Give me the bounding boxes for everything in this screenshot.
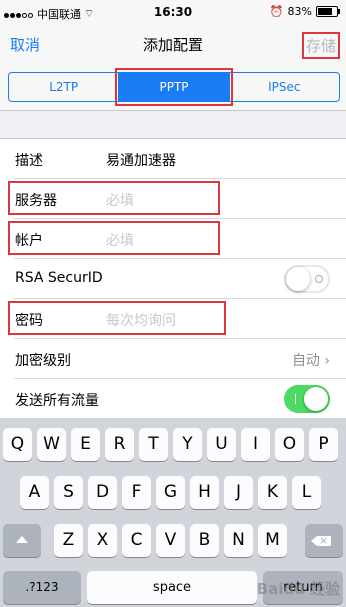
protocol-segmented-control: L2TP PPTP IPSec (8, 68, 340, 106)
description-field[interactable]: 易通加速器 (106, 150, 176, 170)
key-u[interactable]: U (207, 428, 236, 461)
key-v[interactable]: V (156, 524, 185, 557)
key-h[interactable]: H (190, 476, 219, 509)
return-key[interactable]: return (263, 571, 343, 604)
key-z[interactable]: Z (54, 524, 83, 557)
key-i[interactable]: I (241, 428, 270, 461)
key-s[interactable]: S (54, 476, 83, 509)
row-send-all-traffic: 发送所有流量 (0, 379, 346, 419)
row-encryption-level[interactable]: 加密级别 自动 › (0, 339, 346, 379)
status-bar: 中国联通 ⌔ 16:30 ⏰ 83% (0, 0, 346, 24)
send-all-toggle[interactable] (284, 385, 330, 413)
key-l[interactable]: L (292, 476, 321, 509)
key-q[interactable]: Q (3, 428, 32, 461)
row-rsa-securid: RSA SecurID (0, 259, 346, 299)
encryption-value: 自动 › (292, 350, 330, 370)
key-b[interactable]: B (190, 524, 219, 557)
key-m[interactable]: M (258, 524, 287, 557)
battery-icon (316, 6, 340, 17)
server-label: 服务器 (15, 193, 57, 209)
key-t[interactable]: T (139, 428, 168, 461)
key-g[interactable]: G (156, 476, 185, 509)
key-j[interactable]: J (224, 476, 253, 509)
save-button[interactable]: 存储 (301, 32, 340, 59)
key-c[interactable]: C (122, 524, 151, 557)
segment-l2tp[interactable]: L2TP (9, 73, 118, 101)
key-y[interactable]: Y (173, 428, 202, 461)
vpn-config-form: 描述 易通加速器 服务器 必填 帐户 必填 RSA SecurID 密码 每次均… (0, 138, 346, 419)
description-label: 描述 (15, 153, 43, 169)
key-a[interactable]: A (20, 476, 49, 509)
shift-icon (16, 535, 28, 543)
row-server[interactable]: 服务器 必填 (0, 179, 346, 219)
chevron-right-icon: › (324, 353, 330, 369)
key-e[interactable]: E (71, 428, 100, 461)
battery-percent: 83% (287, 5, 312, 18)
shift-key[interactable] (3, 524, 41, 557)
key-x[interactable]: X (88, 524, 117, 557)
key-r[interactable]: R (105, 428, 134, 461)
key-w[interactable]: W (37, 428, 66, 461)
row-account[interactable]: 帐户 必填 (0, 219, 346, 259)
server-field[interactable]: 必填 (106, 190, 134, 210)
key-k[interactable]: K (258, 476, 287, 509)
account-field[interactable]: 必填 (106, 230, 134, 250)
row-password[interactable]: 密码 每次均询问 (0, 299, 346, 339)
rsa-toggle[interactable] (284, 265, 330, 293)
numbers-key[interactable]: .?123 (3, 571, 81, 604)
rsa-label: RSA SecurID (15, 270, 103, 286)
toggle-off-icon (315, 275, 323, 283)
key-o[interactable]: O (275, 428, 304, 461)
send-all-label: 发送所有流量 (15, 393, 99, 409)
key-d[interactable]: D (88, 476, 117, 509)
navigation-bar: 取消 添加配置 存储 (0, 24, 346, 64)
password-label: 密码 (15, 313, 43, 329)
protocol-segment-container: L2TP PPTP IPSec (0, 64, 346, 111)
toggle-knob (304, 387, 328, 411)
status-right: ⏰ 83% (269, 5, 340, 18)
segment-ipsec[interactable]: IPSec (228, 73, 339, 101)
toggle-knob (286, 267, 310, 291)
delete-key[interactable] (305, 524, 343, 557)
alarm-icon: ⏰ (269, 5, 284, 18)
backspace-icon (311, 531, 331, 551)
key-p[interactable]: P (309, 428, 338, 461)
page-title: 添加配置 (142, 36, 203, 54)
encryption-label: 加密级别 (15, 353, 71, 369)
space-key[interactable]: space (87, 571, 257, 604)
toggle-on-icon (295, 394, 296, 404)
keyboard: Q W E R T Y U I O P A S D F G H J K L Z … (0, 418, 346, 607)
segment-pptp[interactable]: PPTP (115, 68, 233, 106)
encryption-value-text: 自动 (291, 353, 320, 369)
account-label: 帐户 (15, 233, 43, 249)
row-description[interactable]: 描述 易通加速器 (0, 139, 346, 179)
key-n[interactable]: N (224, 524, 253, 557)
password-field[interactable]: 每次均询问 (106, 310, 176, 330)
key-f[interactable]: F (122, 476, 151, 509)
